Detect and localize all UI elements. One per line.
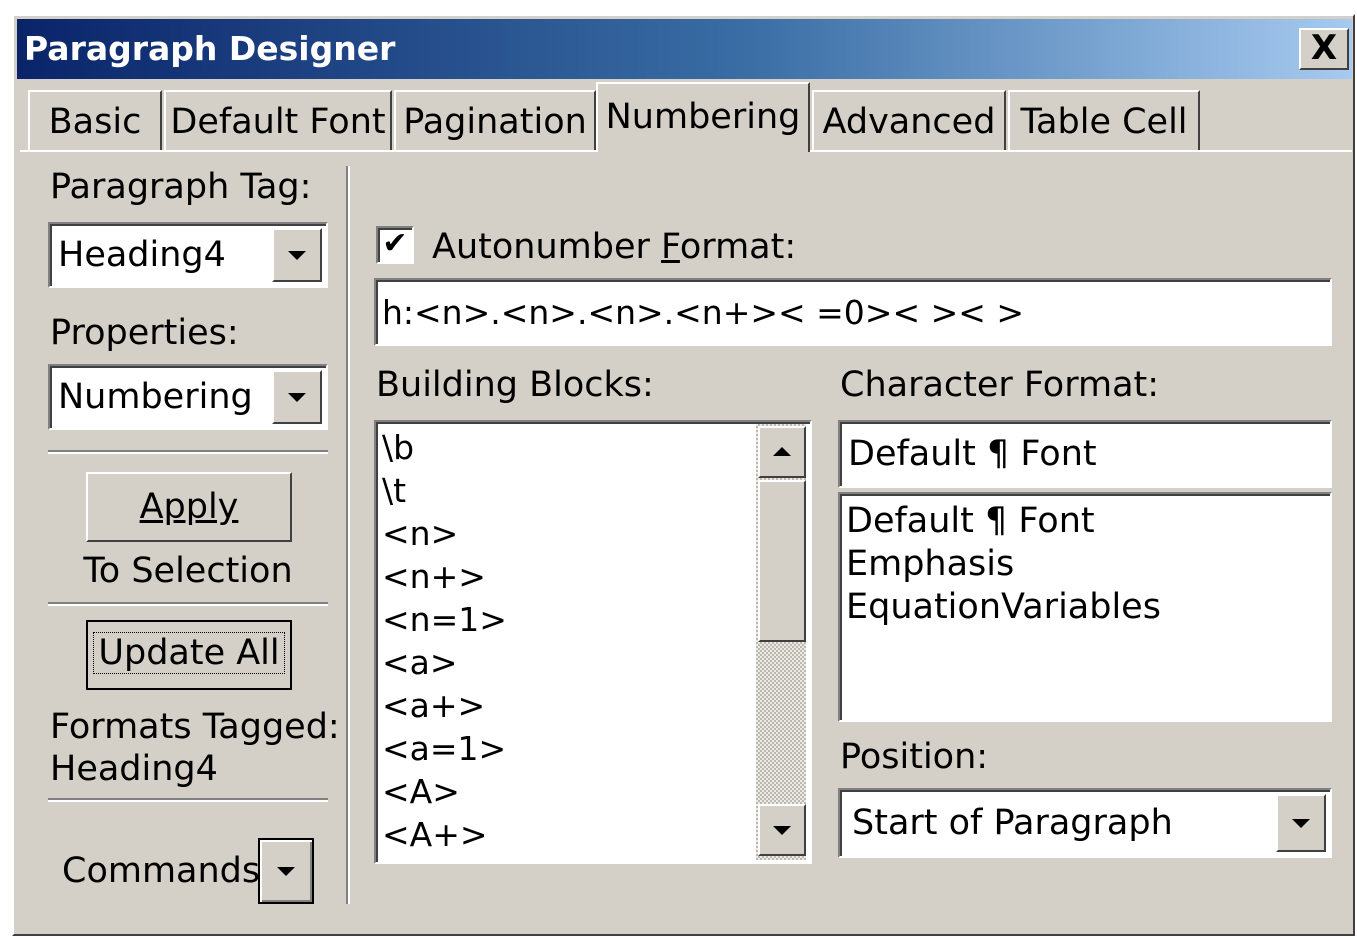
position-value: Start of Paragraph (852, 803, 1173, 843)
building-blocks-label: Building Blocks: (376, 365, 654, 405)
paragraph-tag-value: Heading4 (58, 235, 226, 275)
list-item[interactable]: <A+> (378, 813, 754, 856)
list-item[interactable]: \t (378, 469, 754, 512)
list-item[interactable]: <A> (378, 770, 754, 813)
tab-basic[interactable]: Basic (28, 90, 162, 150)
update-all-button[interactable]: Update All (86, 620, 292, 690)
character-format-items: Default ¶ Font Emphasis EquationVariable… (842, 500, 1161, 629)
list-item[interactable]: Default ¶ Font (842, 500, 1161, 543)
list-item[interactable]: <a=1> (378, 727, 754, 770)
tab-pagination[interactable]: Pagination (394, 90, 596, 150)
to-selection-label: To Selection (83, 551, 293, 591)
paragraph-tag-dropdown[interactable]: Heading4 (48, 222, 328, 288)
character-format-list[interactable]: Default ¶ Font Emphasis EquationVariable… (838, 492, 1332, 722)
chevron-down-icon (277, 867, 295, 876)
list-item[interactable]: <a+> (378, 684, 754, 727)
commands-menu-button[interactable] (258, 838, 314, 904)
position-label: Position: (840, 737, 989, 777)
scroll-down-button[interactable] (758, 804, 806, 856)
chevron-down-icon (288, 251, 306, 260)
list-item[interactable]: \b (378, 426, 754, 469)
character-format-value: Default ¶ Font (848, 434, 1097, 474)
tab-numbering[interactable]: Numbering (596, 82, 810, 152)
checkmark-icon: ✔ (382, 226, 408, 261)
tab-default-font[interactable]: Default Font (164, 90, 392, 150)
character-format-input[interactable]: Default ¶ Font (838, 420, 1332, 488)
left-separator-1 (48, 450, 328, 454)
left-separator-2 (48, 602, 328, 606)
list-item[interactable]: <a> (378, 641, 754, 684)
paragraph-tag-dropdown-button[interactable] (272, 228, 322, 282)
scroll-up-button[interactable] (758, 426, 806, 478)
properties-value: Numbering (58, 377, 253, 417)
list-item[interactable]: Emphasis (842, 543, 1161, 586)
properties-dropdown-button[interactable] (272, 370, 322, 424)
scroll-thumb[interactable] (758, 480, 806, 642)
properties-label: Properties: (50, 313, 239, 353)
tab-table-cell[interactable]: Table Cell (1008, 90, 1200, 150)
panel-divider (346, 166, 350, 904)
autonumber-format-value: h:<n>.<n>.<n>.<n+>< =0>< >< > (382, 292, 1025, 332)
paragraph-tag-label: Paragraph Tag: (50, 167, 312, 207)
autonumber-format-label: Autonumber Format: (432, 227, 797, 267)
chevron-down-icon (1292, 819, 1310, 828)
update-all-label: Update All (93, 632, 285, 674)
list-item[interactable]: <n=1> (378, 598, 754, 641)
character-format-label: Character Format: (840, 365, 1160, 405)
apply-button[interactable]: Apply (86, 472, 292, 542)
chevron-up-icon (773, 447, 791, 456)
apply-label: Apply (139, 487, 239, 527)
list-item[interactable]: <n> (378, 512, 754, 555)
position-dropdown[interactable]: Start of Paragraph (838, 788, 1332, 858)
autonumber-checkbox[interactable]: ✔ (376, 226, 414, 264)
building-blocks-items: \b \t <n> <n+> <n=1> <a> <a+> <a=1> <A> … (378, 426, 754, 856)
left-separator-3 (48, 798, 328, 802)
tab-advanced[interactable]: Advanced (812, 90, 1006, 150)
close-button[interactable]: X (1299, 28, 1349, 70)
chevron-down-icon (773, 826, 791, 835)
autonumber-format-input[interactable]: h:<n>.<n>.<n>.<n+>< =0>< >< > (374, 278, 1332, 346)
building-blocks-list[interactable]: \b \t <n> <n+> <n=1> <a> <a+> <a=1> <A> … (374, 420, 812, 864)
formats-tagged-label: Formats Tagged: (50, 707, 340, 747)
list-item[interactable]: <n+> (378, 555, 754, 598)
commands-label: Commands: (62, 851, 272, 891)
chevron-down-icon (288, 393, 306, 402)
window-title: Paragraph Designer (24, 29, 396, 68)
position-dropdown-button[interactable] (1276, 794, 1326, 852)
formats-tagged-value: Heading4 (50, 749, 218, 789)
properties-dropdown[interactable]: Numbering (48, 364, 328, 430)
list-item[interactable]: EquationVariables (842, 586, 1161, 629)
